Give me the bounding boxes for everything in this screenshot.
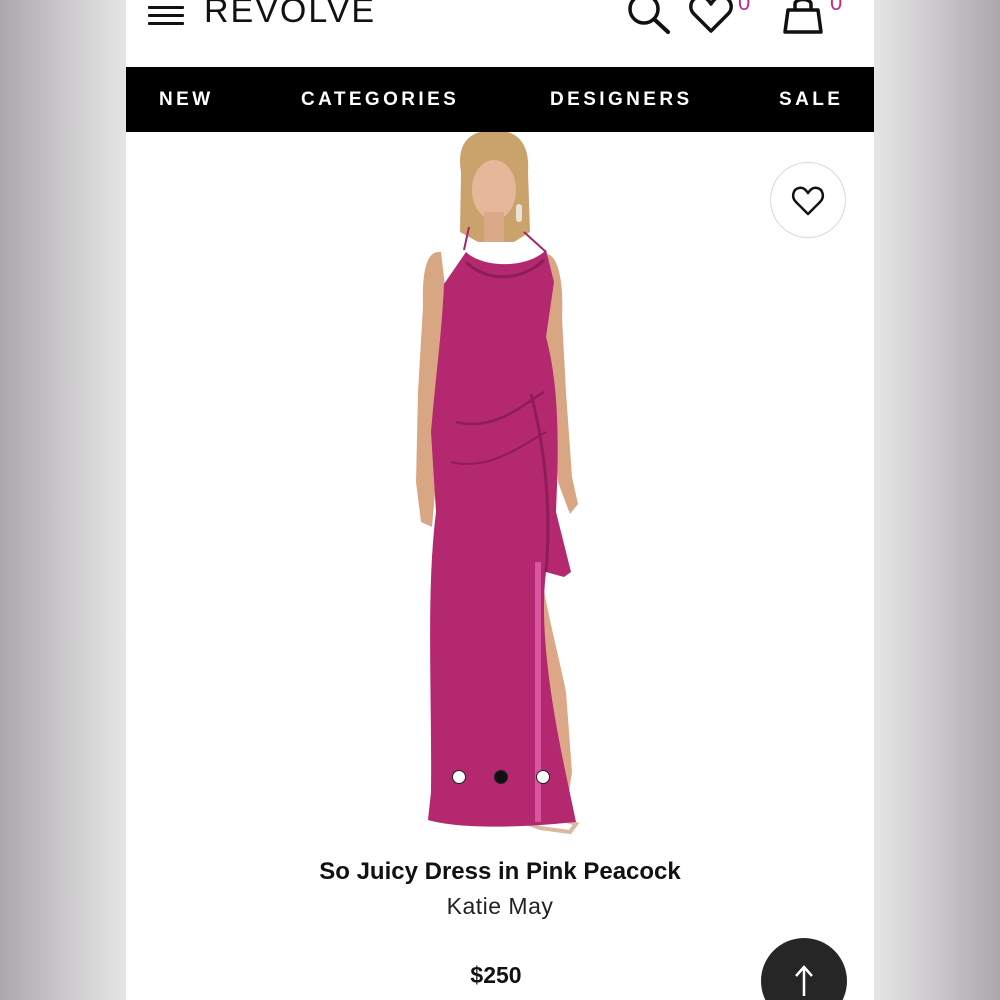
search-icon: [628, 0, 670, 34]
favorite-button[interactable]: [770, 162, 846, 238]
wishlist-button[interactable]: 0: [688, 0, 758, 36]
product-designer[interactable]: Katie May: [126, 893, 874, 920]
main-navigation: NEW CATEGORIES DESIGNERS SALE: [126, 67, 874, 132]
nav-designers[interactable]: DESIGNERS: [550, 89, 693, 111]
nav-categories[interactable]: CATEGORIES: [301, 89, 459, 111]
product-image-carousel[interactable]: [126, 132, 874, 850]
carousel-dots: [444, 770, 554, 786]
carousel-dot-2[interactable]: [494, 770, 508, 784]
heart-icon: [689, 0, 733, 33]
nav-sale[interactable]: SALE: [779, 89, 843, 111]
shopping-bag-button[interactable]: 0: [780, 0, 850, 36]
wishlist-count: 0: [738, 0, 751, 15]
heart-outline-icon: [791, 186, 825, 216]
revolve-logo[interactable]: REVOLVE: [204, 0, 376, 31]
bag-count: 0: [830, 0, 843, 15]
site-header: REVOLVE 0 0: [126, 0, 874, 67]
product-photo: [416, 132, 580, 835]
phone-screen: REVOLVE 0 0 NEW CATEGORIES DESIGNERS SAL…: [126, 0, 874, 1000]
product-title: So Juicy Dress in Pink Peacock: [319, 858, 681, 885]
shopping-bag-icon: [783, 0, 823, 34]
product-price: $250: [470, 962, 522, 988]
nav-new[interactable]: NEW: [159, 89, 214, 111]
carousel-dot-1[interactable]: [452, 770, 466, 784]
arrow-up-icon: [795, 965, 813, 996]
search-button[interactable]: [626, 0, 672, 36]
back-to-top-button[interactable]: [761, 938, 847, 1000]
carousel-dot-3[interactable]: [536, 770, 550, 784]
hamburger-icon[interactable]: [148, 4, 184, 26]
